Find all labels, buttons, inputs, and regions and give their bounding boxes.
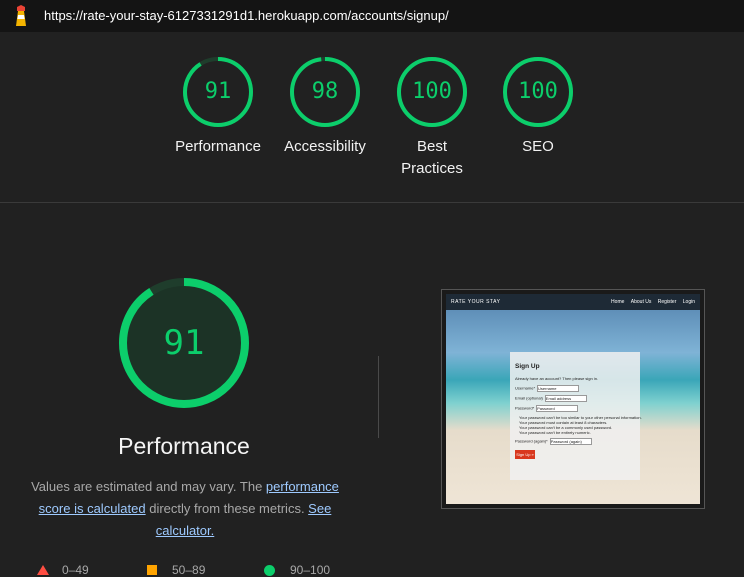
lighthouse-icon: [16, 5, 26, 26]
legend-average-icon: [147, 565, 157, 575]
legend-average: 50–89: [172, 563, 206, 577]
signup-heading: Sign Up: [515, 363, 540, 370]
rule-4: Your password can't be entirely numeric.: [519, 430, 591, 435]
page-url[interactable]: https://rate-your-stay-6127331291d1.hero…: [44, 8, 449, 23]
field-label: Username*: [515, 385, 536, 391]
field-label: Password (again)*: [515, 438, 548, 444]
legend-pass-icon: [264, 565, 275, 576]
gauge-label-best-practices[interactable]: Best Practices: [372, 136, 492, 180]
nav-link: Register: [657, 299, 677, 305]
signup-card: Sign Up Already have an account? Then pl…: [510, 352, 642, 480]
signup-already: Already have an account? Then please sig…: [515, 376, 599, 381]
vertical-separator: [378, 356, 379, 438]
screenshot-navbar: RATE YOUR STAY Home About Us Register Lo…: [446, 294, 700, 310]
nav-link: Login: [682, 299, 695, 305]
gauge-seo[interactable]: 100: [501, 55, 575, 129]
desc-text-2: directly from these metrics.: [145, 501, 309, 516]
field-label: Password*: [515, 405, 535, 411]
gauge-performance[interactable]: 91: [181, 55, 255, 129]
gauge-label-performance[interactable]: Performance: [158, 136, 278, 158]
gauge-score: 100: [518, 79, 558, 104]
gauge-score: 98: [311, 79, 339, 104]
top-bar: https://rate-your-stay-6127331291d1.hero…: [0, 0, 744, 32]
section-divider: [0, 202, 744, 203]
screenshot-brand: RATE YOUR STAY: [451, 299, 501, 305]
gauge-best-practices[interactable]: 100: [395, 55, 469, 129]
gauge-score: 91: [204, 79, 232, 104]
label-text: Best Practices: [401, 138, 463, 177]
legend-fail-icon: [37, 565, 49, 575]
legend-fail: 0–49: [62, 563, 89, 577]
gauge-label-seo[interactable]: SEO: [478, 136, 598, 158]
gauge-score: 100: [412, 79, 452, 104]
field-password: Password* Password: [515, 405, 579, 412]
legend-pass: 90–100: [290, 563, 331, 577]
performance-description: Values are estimated and may vary. The p…: [22, 476, 348, 542]
field-input: Email address: [544, 395, 587, 402]
nav-link: Home: [611, 299, 625, 305]
performance-title: Performance: [118, 433, 250, 459]
nav-link: About Us: [630, 299, 652, 305]
field-input: Password (again): [549, 438, 592, 445]
gauge-accessibility[interactable]: 98: [288, 55, 362, 129]
field-label: Email (optional): [515, 395, 543, 401]
field-email: Email (optional) Email address: [515, 395, 587, 402]
field-input: Username: [537, 385, 580, 392]
performance-score: 91: [163, 323, 205, 363]
field-username: Username* Username: [515, 385, 580, 392]
signup-button: Sign Up »: [515, 450, 535, 459]
screenshot-nav-links: Home About Us Register Login: [606, 294, 695, 310]
field-confirm: Password (again)* Password (again): [515, 438, 592, 445]
desc-text-1: Values are estimated and may vary. The: [31, 479, 266, 494]
gauge-label-accessibility[interactable]: Accessibility: [265, 136, 385, 158]
final-screenshot[interactable]: RATE YOUR STAY Home About Us Register Lo…: [441, 289, 705, 509]
field-input: Password: [536, 405, 579, 412]
